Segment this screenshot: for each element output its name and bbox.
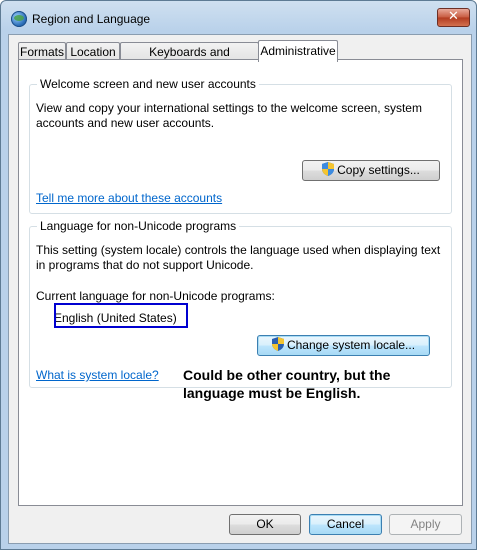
globe-icon [11,11,27,27]
apply-button[interactable]: Apply [389,514,462,535]
close-button[interactable]: ✕ [437,8,470,27]
annotation-line-1: Could be other country, but the [183,367,391,383]
dialog-client-area: Formats Location Keyboards and Languages… [8,34,472,544]
cancel-button[interactable]: Cancel [309,514,382,535]
tab-administrative[interactable]: Administrative [258,40,338,62]
copy-settings-label: Copy settings... [337,163,420,177]
copy-settings-button[interactable]: Copy settings... [302,160,440,181]
dialog-window: Region and Language ✕ Formats Location K… [0,0,477,550]
annotation-line-2: language must be English. [183,385,361,401]
uac-shield-icon [271,337,284,351]
current-language-label: Current language for non-Unicode program… [36,289,275,303]
welcome-group: Welcome screen and new user accounts Vie… [29,77,452,214]
system-locale-info-link[interactable]: What is system locale? [36,368,159,382]
administrative-panel: Welcome screen and new user accounts Vie… [18,59,463,506]
title-bar[interactable]: Region and Language ✕ [1,1,476,35]
window-title: Region and Language [32,12,151,26]
ok-button[interactable]: OK [229,514,301,535]
change-system-locale-label: Change system locale... [286,338,416,352]
accounts-info-link[interactable]: Tell me more about these accounts [36,191,222,205]
change-system-locale-button[interactable]: Change system locale... [257,335,430,356]
non-unicode-group-label: Language for non-Unicode programs [37,219,240,233]
uac-shield-icon [322,162,335,176]
welcome-description: View and copy your international setting… [36,101,422,130]
welcome-group-label: Welcome screen and new user accounts [37,77,259,91]
non-unicode-description: This setting (system locale) controls th… [36,243,441,272]
current-language-highlight [54,303,188,328]
